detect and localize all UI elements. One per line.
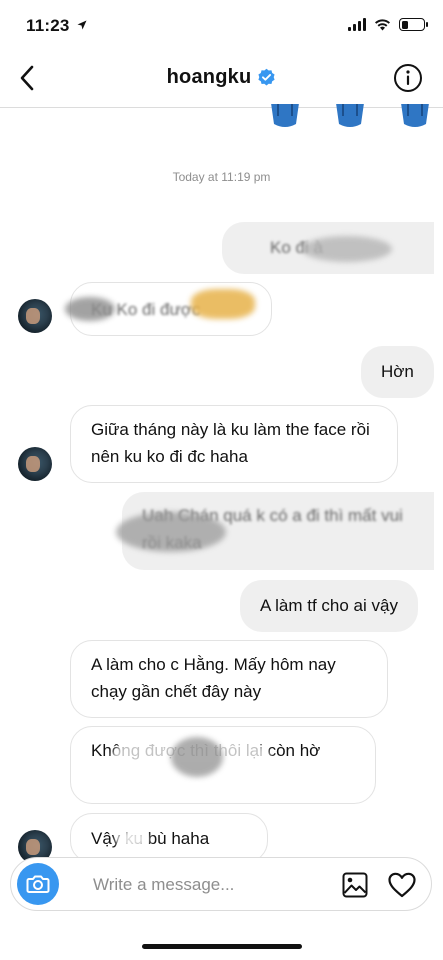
message-input[interactable] [93,872,323,898]
message-bubble-incoming[interactable]: Không được thì thôi lại còn hờ [70,726,376,804]
sticker-row [233,104,443,130]
message-bubble-incoming[interactable]: Ku Ko đi được [65,282,272,336]
home-indicator[interactable] [142,944,302,949]
sticker-icon [271,104,299,127]
message-text: Không được thì thôi lại còn hờ [91,741,321,760]
chat-header: hoangku [0,50,443,108]
message-text: Vậy ku bù haha [91,829,210,848]
battery-icon [399,18,428,31]
message-bubble-incoming[interactable]: A làm cho c Hằng. Mấy hôm nay chạy gần c… [70,640,388,718]
chat-title[interactable]: hoangku [0,66,443,89]
message-bubble-incoming[interactable]: Vậy ku bù haha [70,813,268,863]
verified-badge-icon [258,68,275,86]
avatar[interactable] [18,299,52,333]
message-text: Giữa tháng này là ku làm the face rồi nê… [91,420,370,466]
camera-button[interactable] [17,863,59,905]
clock-text: 11:23 [26,16,70,35]
message-bubble-outgoing[interactable]: Ko đi à [222,222,434,274]
image-icon[interactable] [342,872,368,898]
message-bubble-outgoing[interactable]: Hờn [361,346,434,398]
info-icon[interactable] [393,63,423,93]
status-time: 11:23 [26,16,87,36]
username: hoangku [166,66,252,88]
wifi-icon [375,19,390,31]
message-text: Uah Chán quá k có a đi thì mất vui rồi k… [142,506,403,552]
status-indicators [348,18,428,31]
sticker-icon [401,104,429,127]
status-bar: 11:23 [0,0,443,50]
message-bubble-incoming[interactable]: Giữa tháng này là ku làm the face rồi nê… [70,405,398,483]
heart-icon[interactable] [388,872,416,898]
message-text: A làm tf cho ai vậy [260,596,398,615]
location-arrow-icon [77,20,87,30]
message-text: Ku Ko đi được [91,300,201,319]
cellular-signal-icon [348,18,366,31]
message-text: Hờn [381,362,414,381]
message-text: Ko đi à [270,238,323,257]
sticker-icon [336,104,364,127]
avatar[interactable] [18,447,52,481]
camera-icon [26,875,50,893]
message-bubble-outgoing[interactable]: A làm tf cho ai vậy [240,580,418,632]
message-bubble-outgoing[interactable]: Uah Chán quá k có a đi thì mất vui rồi k… [116,492,434,570]
message-composer [10,857,432,911]
conversation-timestamp: Today at 11:19 pm [172,170,271,184]
message-text: A làm cho c Hằng. Mấy hôm nay chạy gần c… [91,655,336,701]
